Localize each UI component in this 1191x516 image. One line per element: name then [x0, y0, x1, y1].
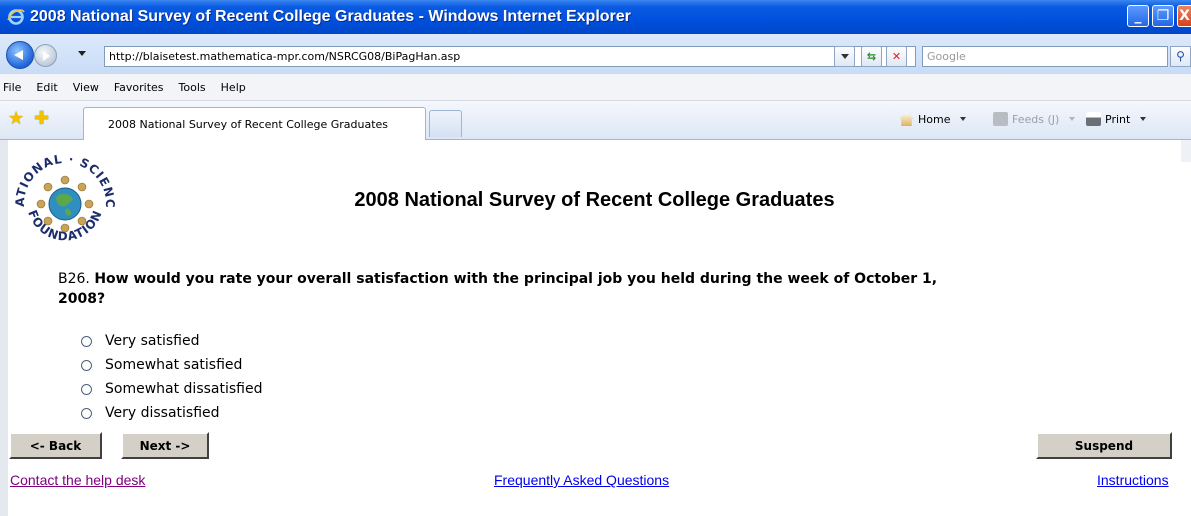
add-favorite-icon[interactable]: ✚: [34, 110, 49, 128]
radio-button[interactable]: [81, 407, 92, 419]
option-somewhat-satisfied[interactable]: Somewhat satisfied: [79, 353, 262, 377]
scrollbar[interactable]: [1181, 140, 1191, 162]
feeds-button[interactable]: Feeds (J): [993, 112, 1076, 126]
help-desk-link[interactable]: Contact the help desk: [10, 472, 145, 488]
option-very-satisfied[interactable]: Very satisfied: [79, 329, 262, 353]
survey-question: B26. How would you rate your overall sat…: [58, 269, 938, 309]
option-label: Somewhat dissatisfied: [105, 381, 263, 397]
menu-bar: File Edit View Favorites Tools Help: [0, 74, 1191, 101]
home-icon: [899, 112, 914, 126]
menu-edit[interactable]: Edit: [36, 81, 57, 94]
search-input[interactable]: Google: [922, 46, 1168, 67]
print-icon: [1086, 112, 1101, 126]
option-label: Somewhat satisfied: [105, 357, 243, 373]
print-label: Print: [1105, 112, 1131, 126]
address-input[interactable]: http://blaisetest.mathematica-mpr.com/NS…: [104, 46, 916, 67]
faq-link[interactable]: Frequently Asked Questions: [494, 472, 669, 488]
window-title: 2008 National Survey of Recent College G…: [30, 8, 631, 25]
favorites-star-icon[interactable]: ★: [8, 110, 24, 128]
back-nav-icon[interactable]: [6, 41, 34, 69]
minimize-button[interactable]: _: [1127, 5, 1149, 27]
page-title: 2008 National Survey of Recent College G…: [354, 189, 835, 211]
maximize-button[interactable]: ❐: [1152, 5, 1174, 27]
tab-survey[interactable]: 2008 National Survey of Recent College G…: [83, 107, 426, 140]
back-button[interactable]: <- Back: [9, 432, 102, 459]
address-dropdown-icon[interactable]: [834, 46, 855, 67]
radio-button[interactable]: [81, 359, 92, 371]
radio-button[interactable]: [81, 335, 92, 347]
address-toolbar: http://blaisetest.mathematica-mpr.com/NS…: [0, 34, 1191, 74]
forward-nav-icon[interactable]: [34, 44, 57, 67]
menu-view[interactable]: View: [73, 81, 99, 94]
recent-pages-dropdown-icon[interactable]: [78, 51, 86, 56]
next-button[interactable]: Next ->: [121, 432, 209, 459]
question-text: How would you rate your overall satisfac…: [58, 271, 938, 307]
answer-options: Very satisfied Somewhat satisfied Somewh…: [79, 329, 262, 425]
option-very-dissatisfied[interactable]: Very dissatisfied: [79, 401, 262, 425]
question-number: B26.: [58, 271, 90, 287]
stop-icon[interactable]: ✕: [886, 46, 907, 67]
tab-command-bar: ★ ✚ 2008 National Survey of Recent Colle…: [0, 101, 1191, 140]
window-title-bar: 2008 National Survey of Recent College G…: [0, 0, 1191, 34]
search-icon[interactable]: ⚲: [1170, 46, 1191, 67]
option-label: Very dissatisfied: [105, 405, 220, 421]
instructions-link[interactable]: Instructions: [1097, 472, 1169, 488]
option-somewhat-dissatisfied[interactable]: Somewhat dissatisfied: [79, 377, 262, 401]
suspend-button[interactable]: Suspend: [1036, 432, 1172, 459]
new-tab-button[interactable]: [429, 110, 462, 137]
home-label: Home: [918, 112, 951, 126]
menu-file[interactable]: File: [3, 81, 21, 94]
menu-tools[interactable]: Tools: [179, 81, 206, 94]
radio-button[interactable]: [81, 383, 92, 395]
menu-help[interactable]: Help: [221, 81, 246, 94]
print-button[interactable]: Print: [1086, 112, 1147, 126]
refresh-icon[interactable]: ⇆: [861, 46, 882, 67]
menu-favorites[interactable]: Favorites: [114, 81, 164, 94]
ie-logo-icon: [7, 9, 25, 25]
home-button[interactable]: Home: [899, 112, 967, 126]
close-button[interactable]: X: [1177, 5, 1191, 27]
feeds-icon: [993, 112, 1008, 126]
feeds-label: Feeds (J): [1012, 112, 1060, 126]
option-label: Very satisfied: [105, 333, 200, 349]
